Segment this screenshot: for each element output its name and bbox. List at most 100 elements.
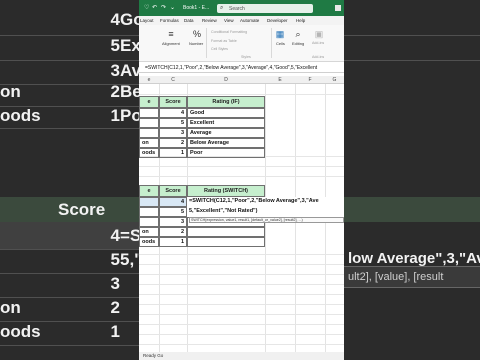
- cell-grid[interactable]: e Score Rating (IF) 4 Good 5 Excellent 3…: [139, 84, 344, 354]
- cell-edit-box[interactable]: =SWITCH(C12,1,"Poor",2,"Below Average",3…: [187, 197, 344, 217]
- ribbon-tabs: Layout Formulas Data Review View Automat…: [139, 16, 344, 25]
- formula-text[interactable]: =SWITCH(C12,1,"Poor",2,"Below Average",3…: [145, 65, 317, 71]
- dropdown-icon[interactable]: ⌄: [170, 5, 175, 11]
- bg-score: 4: [110, 10, 120, 29]
- bg-score: 3: [110, 61, 120, 80]
- gridline: [139, 344, 344, 345]
- switch-table-header-name[interactable]: e: [139, 185, 159, 197]
- if-table-rating-cell[interactable]: Good: [187, 108, 265, 118]
- addins-icon[interactable]: ▣: [314, 29, 324, 39]
- cells-icon[interactable]: ▦: [275, 29, 285, 39]
- switch-table-name-cell[interactable]: oods: [139, 237, 159, 247]
- tab-help[interactable]: Help: [296, 18, 305, 23]
- gridline: [139, 176, 344, 177]
- tab-developer[interactable]: Developer: [267, 18, 288, 23]
- switch-table-name-cell[interactable]: [139, 217, 159, 227]
- undo-icon[interactable]: ↶: [152, 5, 157, 11]
- gridline: [139, 254, 344, 255]
- column-header[interactable]: e: [139, 77, 159, 83]
- alignment-label[interactable]: Alignment: [162, 41, 180, 46]
- if-table-rating-cell[interactable]: Below Average: [187, 138, 265, 148]
- if-table-name-cell[interactable]: [139, 108, 159, 118]
- bg-label: oods: [0, 106, 41, 125]
- tab-review[interactable]: Review: [202, 18, 217, 23]
- bg-rating: Po: [120, 106, 140, 125]
- column-header[interactable]: D: [187, 77, 265, 83]
- if-table-score-cell[interactable]: 2: [159, 138, 187, 148]
- bg-score: 3: [110, 274, 120, 293]
- bg-gridline: [0, 345, 140, 346]
- bg-label: on: [0, 82, 21, 101]
- if-table-score-cell[interactable]: 4: [159, 108, 187, 118]
- if-table-name-cell[interactable]: on: [139, 138, 159, 148]
- format-as-table-button[interactable]: Format as Table: [211, 39, 237, 43]
- if-table-header-rating[interactable]: Rating (IF): [187, 96, 265, 108]
- window-control-button[interactable]: [335, 5, 341, 11]
- title-bar: ♡ ↶ ↷ ⌄ Book1 - E... ⌕ Search: [139, 0, 344, 16]
- switch-table-rating-cell[interactable]: [187, 237, 265, 247]
- switch-table-name-cell[interactable]: [139, 207, 159, 217]
- gridline: [139, 324, 344, 325]
- formula-bar[interactable]: =SWITCH(C12,1,"Poor",2,"Below Average",3…: [139, 63, 344, 73]
- addins-group-label: Add-ins: [312, 55, 325, 59]
- redo-icon[interactable]: ↷: [161, 5, 166, 11]
- if-table-rating-cell[interactable]: Poor: [187, 148, 265, 158]
- column-header[interactable]: E: [265, 77, 295, 83]
- switch-table-score-cell[interactable]: 4: [159, 197, 187, 207]
- addins-label[interactable]: Add-ins: [312, 41, 324, 45]
- switch-table-name-cell[interactable]: on: [139, 227, 159, 237]
- gridline: [139, 264, 344, 265]
- switch-table-name-cell[interactable]: [139, 197, 159, 207]
- tab-data[interactable]: Data: [184, 18, 194, 23]
- bg-score: 1: [110, 322, 120, 341]
- switch-table-score-cell[interactable]: 1: [159, 237, 187, 247]
- status-text: Ready Go: [143, 353, 164, 358]
- if-table-header-score[interactable]: Score: [159, 96, 187, 108]
- cell-edit-line-1[interactable]: =SWITCH(C12,1,"Poor",2,"Below Average",3…: [187, 197, 344, 207]
- cells-label[interactable]: Cells: [276, 41, 285, 46]
- gridline: [139, 294, 344, 295]
- if-table-rating-cell[interactable]: Average: [187, 128, 265, 138]
- tab-automate[interactable]: Automate: [240, 18, 259, 23]
- number-icon[interactable]: %: [192, 29, 202, 39]
- switch-table-score-cell[interactable]: 2: [159, 227, 187, 237]
- if-table-name-cell[interactable]: [139, 118, 159, 128]
- editing-icon[interactable]: ⌕: [293, 29, 303, 39]
- bg-score: 4: [110, 226, 120, 245]
- if-table-score-cell[interactable]: 3: [159, 128, 187, 138]
- cell-edit-line-2[interactable]: 5,"Excellent","Not Rated"): [187, 207, 344, 217]
- function-tooltip: SWITCH(expression, value1, result1, [def…: [189, 217, 344, 223]
- autosave-icon[interactable]: ♡: [144, 5, 149, 11]
- search-box[interactable]: ⌕ Search: [217, 4, 313, 13]
- gridline: [139, 94, 344, 95]
- if-table-score-cell[interactable]: 1: [159, 148, 187, 158]
- if-table-name-cell[interactable]: oods: [139, 148, 159, 158]
- tab-formulas[interactable]: Formulas: [160, 18, 179, 23]
- switch-table-rating-cell[interactable]: [187, 227, 265, 237]
- switch-table-header-score[interactable]: Score: [159, 185, 187, 197]
- column-header[interactable]: G: [325, 77, 344, 83]
- bg-formula-fragment: low Average",3,"Ave: [348, 250, 480, 267]
- tab-view[interactable]: View: [224, 18, 234, 23]
- gridline: [139, 274, 344, 275]
- switch-table-score-cell[interactable]: 5: [159, 207, 187, 217]
- conditional-formatting-button[interactable]: Conditional Formatting: [211, 30, 247, 34]
- editing-label[interactable]: Editing: [292, 41, 304, 46]
- if-table-name-cell[interactable]: [139, 128, 159, 138]
- if-table-score-cell[interactable]: 5: [159, 118, 187, 128]
- alignment-icon[interactable]: ≡: [166, 29, 176, 39]
- if-table-rating-cell[interactable]: Excellent: [187, 118, 265, 128]
- if-table-header-name[interactable]: e: [139, 96, 159, 108]
- tab-layout[interactable]: Layout: [140, 18, 154, 23]
- gridline: [139, 314, 344, 315]
- cell-styles-button[interactable]: Cell Styles: [211, 47, 228, 51]
- bg-gridline: [344, 35, 480, 36]
- ribbon-separator: [206, 28, 207, 58]
- switch-table-score-cell[interactable]: 3: [159, 217, 187, 227]
- switch-table-header-rating[interactable]: Rating (SWITCH): [187, 185, 265, 197]
- number-label[interactable]: Number: [189, 41, 203, 46]
- column-header[interactable]: F: [295, 77, 325, 83]
- search-icon: ⌕: [220, 5, 224, 11]
- screen: 4 Goo 5 Excel 3 Ave on 2 Be oods 1 Po Sc…: [0, 0, 480, 360]
- column-header[interactable]: C: [159, 77, 187, 83]
